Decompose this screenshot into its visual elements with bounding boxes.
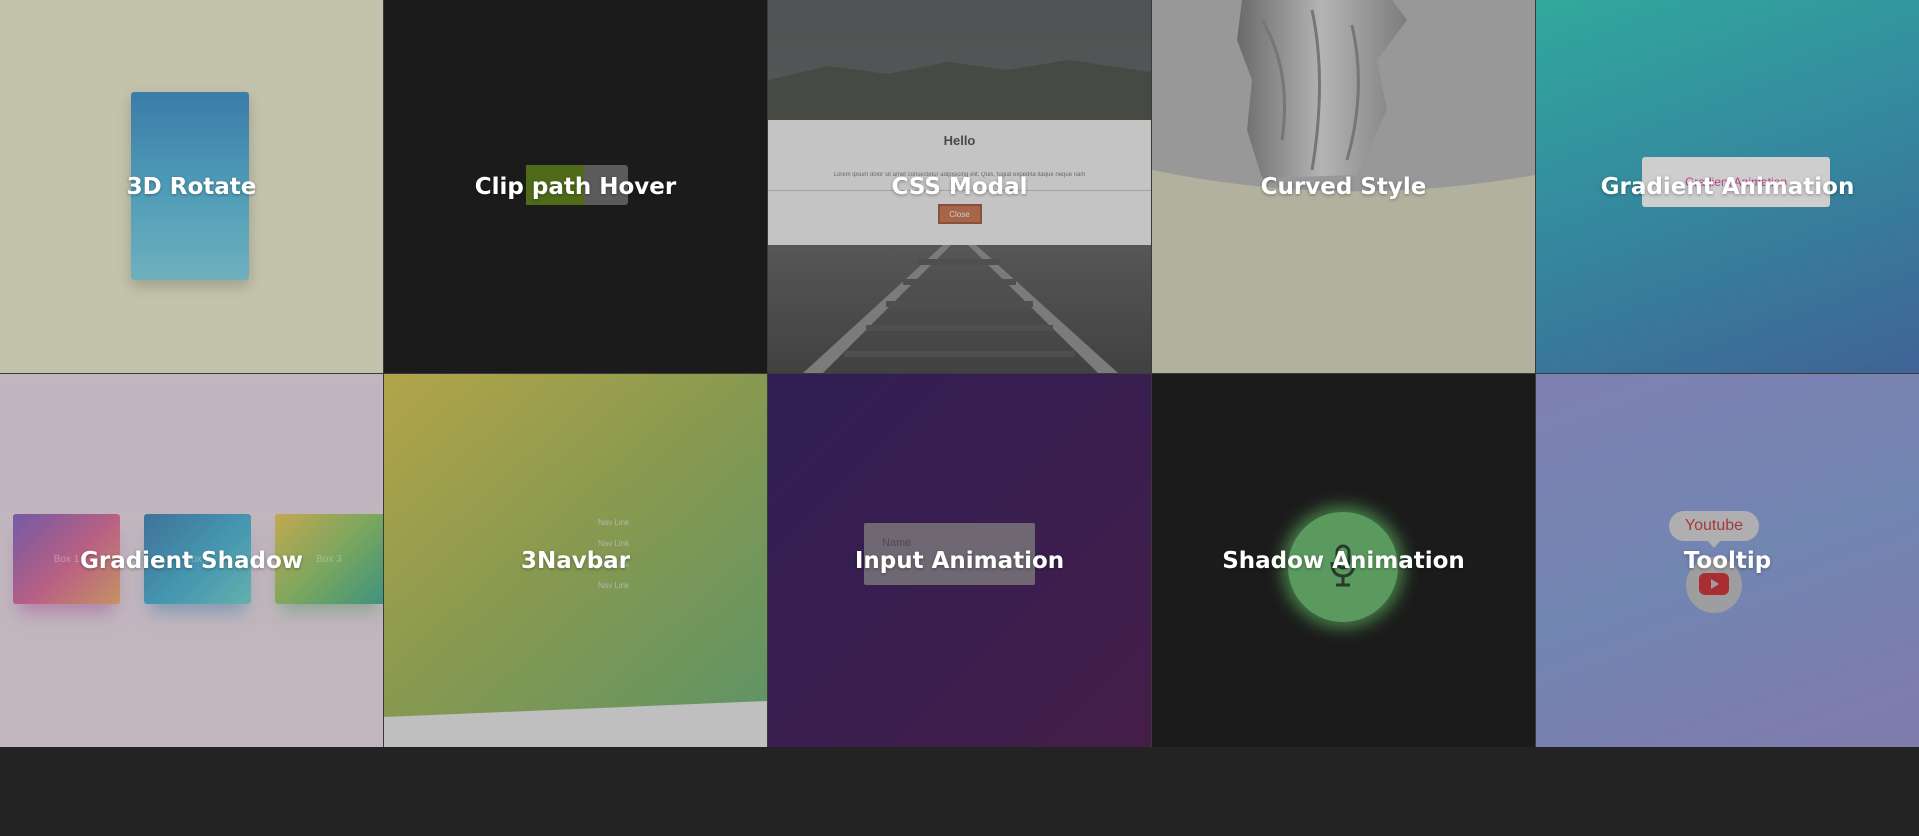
modal-heading: Hello — [943, 133, 976, 148]
demo-grid: 3D Rotate Clip path Hover Hello Lorem ip… — [0, 0, 1919, 747]
tile-css-modal[interactable]: Hello Lorem ipsum dolor sit amet consect… — [768, 0, 1151, 373]
youtube-icon — [1699, 573, 1729, 595]
tile-clip-path-hover[interactable]: Clip path Hover — [384, 0, 767, 373]
tile-input-animation[interactable]: Name Input Animation — [768, 374, 1151, 747]
tile-title: Curved Style — [1260, 173, 1427, 200]
tooltip-text: Youtube — [1684, 517, 1744, 534]
tile-title: 3Navbar — [520, 547, 631, 574]
tile-title: CSS Modal — [891, 173, 1028, 200]
tile-gradient-animation[interactable]: Gradient Animation Gradient Animation — [1536, 0, 1919, 373]
tile-title: Input Animation — [854, 547, 1065, 574]
tile-title: 3D Rotate — [126, 173, 257, 200]
tile-title: Shadow Animation — [1222, 547, 1465, 574]
tile-title: Clip path Hover — [474, 173, 677, 200]
nav-link[interactable]: Nav Link — [598, 575, 658, 596]
tile-3navbar[interactable]: Nav Link Nav Link Nav Link Nav Link 3Nav… — [384, 374, 767, 747]
tile-title: Gradient Animation — [1600, 173, 1855, 200]
tile-curved-style[interactable]: Curved Style — [1152, 0, 1535, 373]
modal-close-button[interactable]: Close — [937, 204, 982, 224]
tile-shadow-animation[interactable]: Shadow Animation — [1152, 374, 1535, 747]
tooltip-bubble: Youtube — [1669, 511, 1759, 541]
tile-title: Tooltip — [1683, 547, 1772, 574]
tile-3d-rotate[interactable]: 3D Rotate — [0, 0, 383, 373]
nav-link[interactable]: Nav Link — [598, 512, 658, 533]
tile-gradient-shadow[interactable]: Box 1 Box 2 Box 3 Gradient Shadow — [0, 374, 383, 747]
tile-title: Gradient Shadow — [79, 547, 304, 574]
tile-tooltip[interactable]: Youtube Tooltip — [1536, 374, 1919, 747]
